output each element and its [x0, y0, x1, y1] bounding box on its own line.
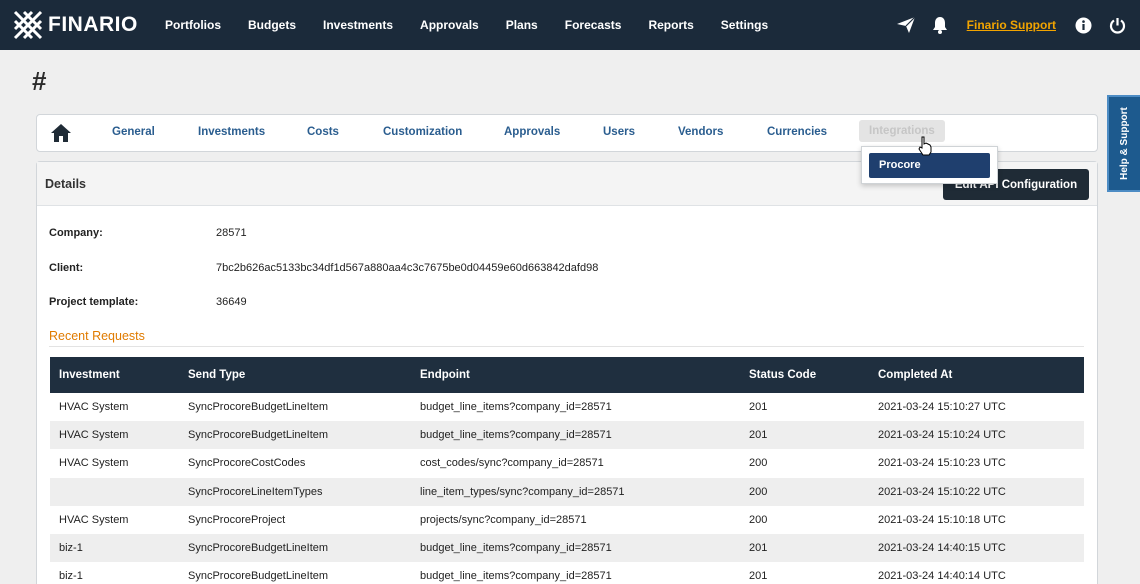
- main-nav: Portfolios Budgets Investments Approvals…: [165, 18, 795, 32]
- finario-logo[interactable]: FINARIO: [12, 9, 152, 41]
- client-value: 7bc2b626ac5133bc34df1d567a880aa4c3c7675b…: [216, 262, 599, 274]
- section-divider: [49, 346, 1084, 347]
- client-label: Client:: [49, 262, 84, 274]
- cell-endpoint: budget_line_items?company_id=28571: [420, 429, 612, 442]
- nav-settings[interactable]: Settings: [721, 18, 768, 32]
- table-row: HVAC System SyncProcoreCostCodes cost_co…: [50, 449, 1084, 478]
- table-header-row: Investment Send Type Endpoint Status Cod…: [50, 357, 1084, 393]
- cell-status-code: 201: [749, 429, 768, 442]
- cell-investment: [50, 478, 179, 506]
- details-title: Details: [45, 177, 86, 191]
- top-right-actions: Finario Support: [889, 0, 1140, 50]
- cell-completed-at: 2021-03-24 15:10:27 UTC: [878, 401, 1006, 414]
- cell-endpoint: budget_line_items?company_id=28571: [420, 542, 612, 555]
- cell-send-type: SyncProcoreBudgetLineItem: [188, 542, 329, 555]
- table-row: HVAC System SyncProcoreProject projects/…: [50, 505, 1084, 534]
- cell-investment: biz-1: [59, 570, 83, 583]
- cell-send-type: SyncProcoreBudgetLineItem: [188, 401, 329, 414]
- cell-status-code: 201: [749, 542, 768, 555]
- table-row: HVAC System SyncProcoreBudgetLineItem bu…: [50, 421, 1084, 450]
- cell-status-code: 200: [749, 457, 768, 470]
- logo-text: FINARIO: [48, 13, 138, 36]
- table-row: biz-1 SyncProcoreBudgetLineItem budget_l…: [50, 562, 1084, 584]
- table-row: SyncProcoreLineItemTypes line_item_types…: [50, 477, 1084, 506]
- nav-forecasts[interactable]: Forecasts: [565, 18, 622, 32]
- power-icon[interactable]: [1100, 17, 1134, 34]
- cell-investment: HVAC System: [59, 401, 129, 414]
- cell-status-code: 200: [749, 513, 768, 526]
- cell-status-code: 201: [749, 401, 768, 414]
- project-template-value: 36649: [216, 296, 247, 308]
- cell-completed-at: 2021-03-24 14:40:14 UTC: [878, 570, 1006, 583]
- cell-endpoint: projects/sync?company_id=28571: [420, 513, 587, 526]
- nav-plans[interactable]: Plans: [506, 18, 538, 32]
- tab-vendors[interactable]: Vendors: [678, 126, 723, 138]
- tab-currencies[interactable]: Currencies: [767, 126, 827, 138]
- details-panel: Details Edit API Configuration Company: …: [36, 161, 1098, 584]
- cell-status-code: 200: [749, 485, 768, 498]
- top-navbar: FINARIO Portfolios Budgets Investments A…: [0, 0, 1140, 50]
- cell-send-type: SyncProcoreLineItemTypes: [188, 485, 323, 498]
- tab-approvals[interactable]: Approvals: [504, 126, 560, 138]
- company-value: 28571: [216, 227, 247, 239]
- column-header-send-type[interactable]: Send Type: [179, 357, 411, 393]
- nav-portfolios[interactable]: Portfolios: [165, 18, 221, 32]
- cell-investment: HVAC System: [59, 457, 129, 470]
- cell-completed-at: 2021-03-24 15:10:23 UTC: [878, 457, 1006, 470]
- paper-plane-icon[interactable]: [889, 16, 923, 34]
- tab-costs[interactable]: Costs: [307, 126, 339, 138]
- tab-customization[interactable]: Customization: [383, 126, 462, 138]
- column-header-status-code[interactable]: Status Code: [740, 357, 869, 393]
- cell-endpoint: line_item_types/sync?company_id=28571: [420, 485, 625, 498]
- cell-endpoint: cost_codes/sync?company_id=28571: [420, 457, 604, 470]
- info-icon[interactable]: [1066, 17, 1100, 34]
- cell-completed-at: 2021-03-24 15:10:24 UTC: [878, 429, 1006, 442]
- hand-cursor-icon: [917, 136, 933, 161]
- tab-investments[interactable]: Investments: [198, 126, 265, 138]
- column-header-endpoint[interactable]: Endpoint: [411, 357, 740, 393]
- nav-reports[interactable]: Reports: [648, 18, 693, 32]
- table-row: HVAC System SyncProcoreBudgetLineItem bu…: [50, 393, 1084, 422]
- company-label: Company:: [49, 227, 103, 239]
- home-icon[interactable]: [50, 122, 72, 149]
- cell-completed-at: 2021-03-24 15:10:22 UTC: [878, 485, 1006, 498]
- nav-investments[interactable]: Investments: [323, 18, 393, 32]
- nav-approvals[interactable]: Approvals: [420, 18, 479, 32]
- cell-completed-at: 2021-03-24 15:10:18 UTC: [878, 513, 1006, 526]
- cell-send-type: SyncProcoreBudgetLineItem: [188, 429, 329, 442]
- cell-completed-at: 2021-03-24 14:40:15 UTC: [878, 542, 1006, 555]
- page-title: #: [32, 66, 47, 96]
- recent-requests-table: Investment Send Type Endpoint Status Cod…: [50, 357, 1084, 584]
- help-support-tab[interactable]: Help & Support: [1107, 95, 1140, 192]
- tab-general[interactable]: General: [112, 126, 155, 138]
- cell-send-type: SyncProcoreBudgetLineItem: [188, 570, 329, 583]
- cell-investment: biz-1: [59, 542, 83, 555]
- cell-investment: HVAC System: [59, 513, 129, 526]
- cell-endpoint: budget_line_items?company_id=28571: [420, 570, 612, 583]
- cell-send-type: SyncProcoreProject: [188, 513, 286, 526]
- cell-status-code: 201: [749, 570, 768, 583]
- cell-endpoint: budget_line_items?company_id=28571: [420, 401, 612, 414]
- help-support-label: Help & Support: [1119, 107, 1130, 180]
- tab-users[interactable]: Users: [603, 126, 635, 138]
- column-header-investment[interactable]: Investment: [50, 357, 179, 393]
- finario-support-link[interactable]: Finario Support: [967, 18, 1056, 32]
- recent-requests-title: Recent Requests: [49, 329, 145, 343]
- table-row: biz-1 SyncProcoreBudgetLineItem budget_l…: [50, 533, 1084, 563]
- finario-logo-icon: [13, 10, 43, 40]
- bell-icon[interactable]: [923, 16, 957, 34]
- column-header-completed-at[interactable]: Completed At: [869, 357, 1084, 393]
- cell-send-type: SyncProcoreCostCodes: [188, 457, 306, 470]
- project-template-label: Project template:: [49, 296, 139, 308]
- nav-budgets[interactable]: Budgets: [248, 18, 296, 32]
- cell-investment: HVAC System: [59, 429, 129, 442]
